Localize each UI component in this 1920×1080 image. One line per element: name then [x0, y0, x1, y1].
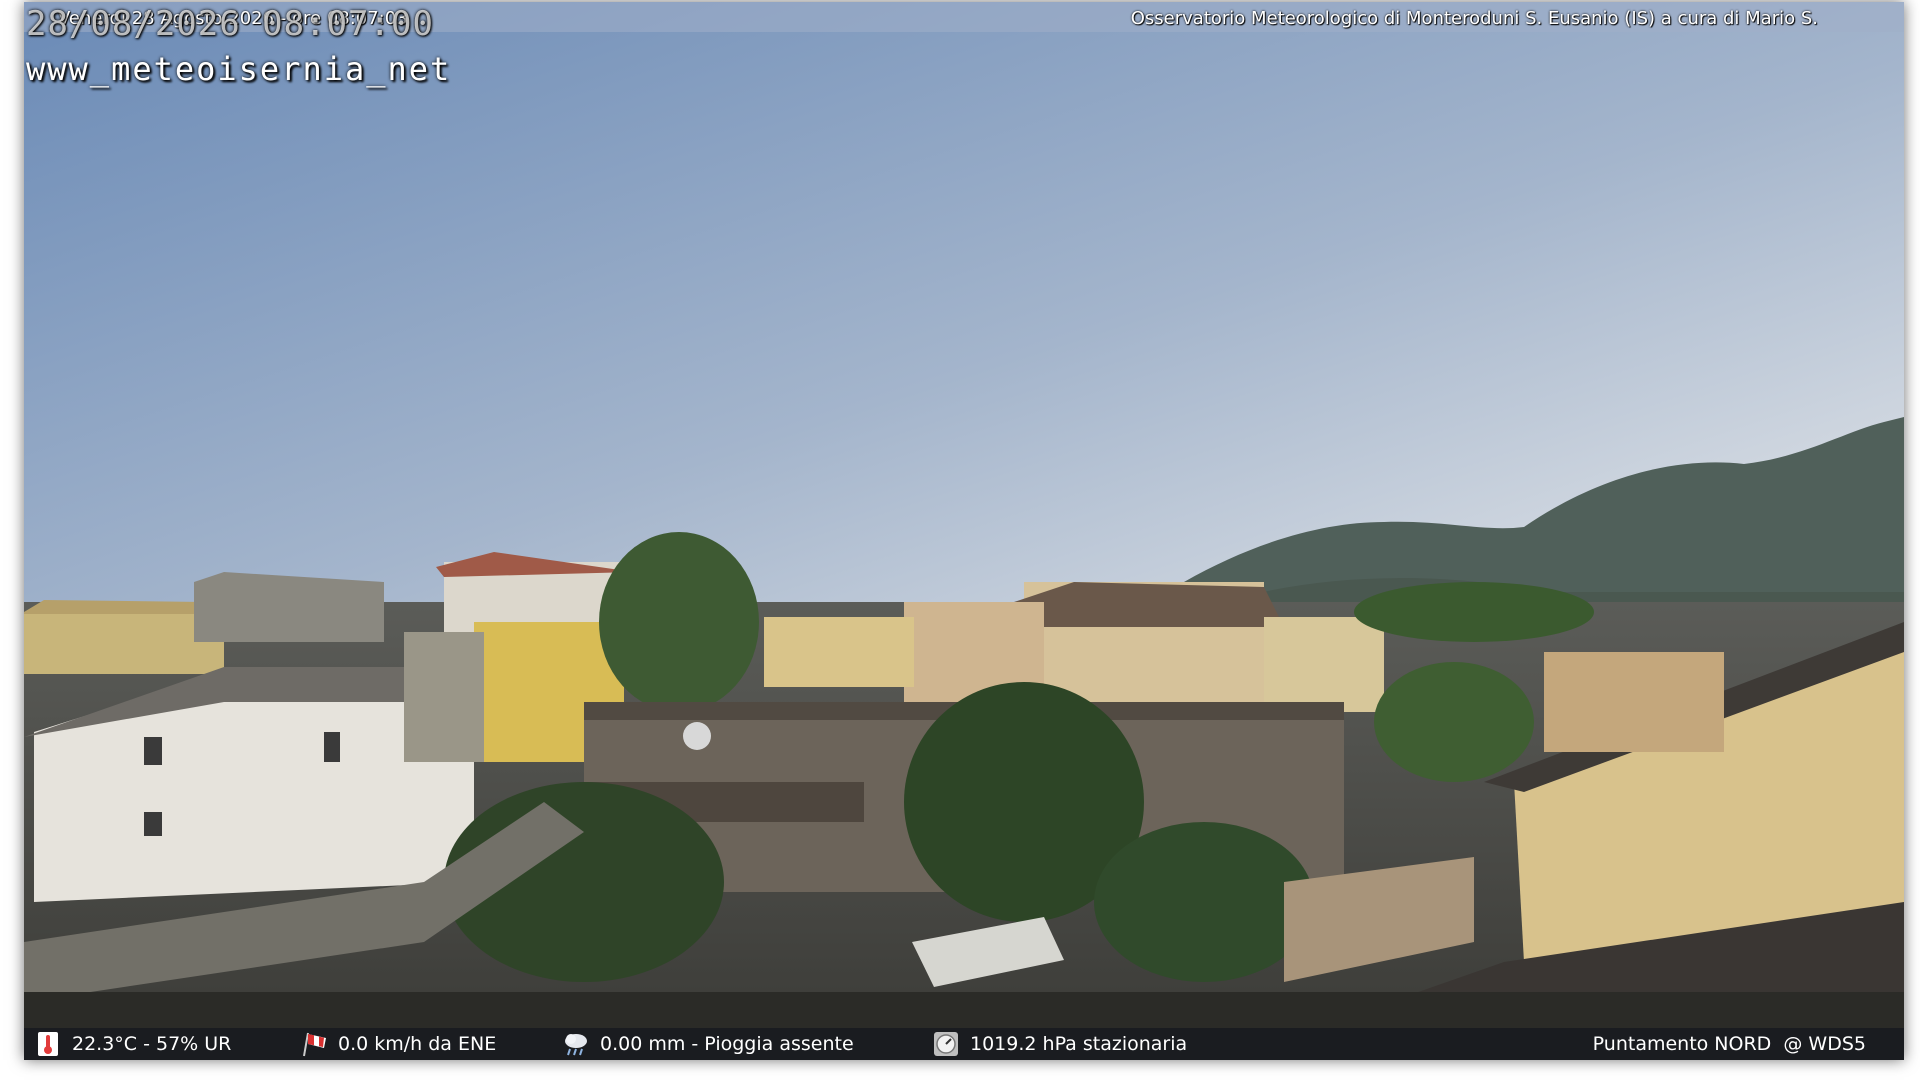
barometer-icon [932, 1030, 960, 1058]
camera-timestamp: 28/08/2026 08:07:00 [26, 4, 434, 44]
pressure-text: 1019.2 hPa stazionaria [970, 1033, 1188, 1055]
pointing-text: Puntamento NORD @ WDS5 [1592, 1033, 1866, 1055]
windsock-icon [300, 1030, 328, 1058]
weather-status-bar: 22.3°C - 57% UR 0.0 km/h da ENE 0.00 mm … [24, 1028, 1904, 1060]
observatory-credit: Osservatorio Meteorologico di Monterodun… [1130, 8, 1818, 29]
pointing-readout: Puntamento NORD @ WDS5 [1593, 1028, 1866, 1060]
temperature-humidity-readout: 22.3°C - 57% UR [34, 1028, 231, 1060]
thermometer-icon [34, 1030, 62, 1058]
pressure-readout: 1019.2 hPa stazionaria [932, 1028, 1187, 1060]
rain-cloud-icon [562, 1030, 590, 1058]
site-watermark: www_meteoisernia_net [26, 50, 452, 88]
temperature-humidity-text: 22.3°C - 57% UR [72, 1033, 232, 1055]
wind-readout: 0.0 km/h da ENE [300, 1028, 496, 1060]
webcam-photo [24, 2, 1904, 1060]
webcam-frame: Venerdì 28 Agosto 2026 - ore 08:07:03 Os… [24, 2, 1904, 1060]
rain-text: 0.00 mm - Pioggia assente [600, 1033, 854, 1055]
wind-text: 0.0 km/h da ENE [338, 1033, 497, 1055]
rain-readout: 0.00 mm - Pioggia assente [562, 1028, 854, 1060]
